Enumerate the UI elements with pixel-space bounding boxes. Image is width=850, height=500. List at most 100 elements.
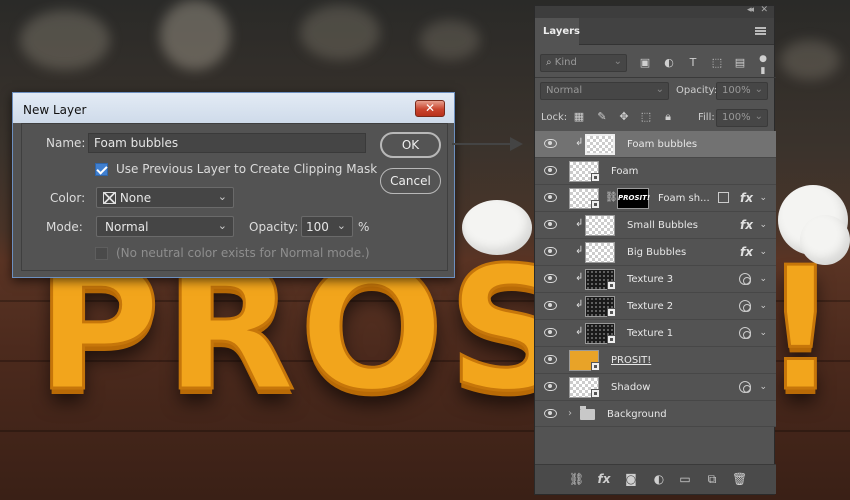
smart-object-icon: [591, 362, 600, 371]
name-input[interactable]: Foam bubbles: [88, 133, 366, 153]
fill-input[interactable]: 100% ⌄: [716, 109, 768, 127]
clipping-arrow-icon: ↲: [575, 218, 584, 229]
none-color-icon: [103, 192, 116, 204]
layer-row[interactable]: ↲ Texture 2 ⌄: [535, 293, 776, 320]
panel-menu-icon[interactable]: [755, 27, 766, 35]
lock-transparent-icon[interactable]: ▦: [573, 111, 585, 123]
layer-mask-thumbnail: PROSIT!: [617, 188, 650, 209]
eye-icon[interactable]: [544, 301, 557, 310]
foam-blob: [462, 200, 532, 255]
lock-brush-icon[interactable]: ✎: [596, 111, 608, 123]
new-layer-icon[interactable]: ⧉: [705, 472, 719, 486]
panel-bottom-bar: ⛓ fx ◙ ◐ ▭ ⧉ 🗑︎: [535, 464, 776, 494]
add-style-icon[interactable]: fx: [597, 472, 611, 486]
add-mask-icon[interactable]: ◙: [624, 472, 638, 486]
layer-row[interactable]: ↲ Foam bubbles: [535, 131, 776, 158]
tab-layers[interactable]: Layers: [535, 18, 580, 45]
link-chain-icon[interactable]: ⛓: [605, 192, 618, 203]
layer-row[interactable]: ↲ Texture 1 ⌄: [535, 320, 776, 347]
layer-style-icon[interactable]: [739, 327, 751, 339]
filter-toggle-icon[interactable]: ● ▮: [757, 53, 769, 76]
lock-position-icon[interactable]: ✥: [618, 111, 630, 123]
fx-icon[interactable]: fx: [740, 245, 753, 259]
layer-style-icon[interactable]: [739, 381, 751, 393]
chevron-right-icon[interactable]: ›: [568, 408, 572, 419]
layer-row[interactable]: Shadow ⌄: [535, 374, 776, 401]
chevron-down-icon: ⌄: [217, 219, 227, 232]
chevron-down-icon[interactable]: ⌄: [759, 382, 767, 392]
eye-icon[interactable]: [544, 328, 557, 337]
smart-object-icon: [591, 389, 600, 398]
lock-label: Lock:: [541, 112, 568, 123]
clipping-arrow-icon: ↲: [575, 245, 584, 256]
dialog-titlebar: New Layer ✕: [13, 93, 454, 123]
mode-select[interactable]: Normal ⌄: [96, 216, 234, 237]
filter-shape-icon[interactable]: ⬚: [711, 57, 723, 69]
chevron-down-icon[interactable]: ⌄: [759, 301, 767, 311]
eye-icon[interactable]: [544, 247, 557, 256]
link-layers-icon[interactable]: ⛓: [569, 472, 584, 486]
layer-row[interactable]: ↲ Texture 3 ⌄: [535, 266, 776, 293]
eye-icon[interactable]: [544, 220, 557, 229]
neutral-color-checkbox[interactable]: [95, 247, 108, 260]
eye-icon[interactable]: [544, 166, 557, 175]
chevron-down-icon[interactable]: ⌄: [759, 193, 767, 203]
layer-group-row[interactable]: › Background: [535, 401, 776, 427]
opacity-input-value: 100: [306, 220, 329, 234]
name-input-value: Foam bubbles: [94, 136, 179, 150]
search-icon: ⌕: [546, 57, 555, 68]
ok-button[interactable]: OK: [380, 132, 441, 158]
filter-pixel-icon[interactable]: ▣: [639, 57, 651, 69]
chevron-down-icon[interactable]: ⌄: [759, 274, 767, 284]
new-group-icon[interactable]: ▭: [678, 472, 692, 486]
collapse-icon[interactable]: ◂◂: [747, 5, 754, 15]
folder-icon: [580, 406, 595, 420]
layer-name: Texture 1: [627, 328, 674, 339]
eye-icon[interactable]: [544, 139, 557, 148]
trash-icon[interactable]: 🗑︎: [732, 472, 747, 486]
chevron-down-icon: ⌄: [655, 84, 664, 95]
cancel-button[interactable]: Cancel: [380, 168, 441, 194]
filter-kind-value: Kind: [554, 57, 577, 68]
panel-close-icon[interactable]: ✕: [760, 5, 768, 15]
lock-artboard-icon[interactable]: ⬚: [640, 111, 652, 123]
close-button[interactable]: ✕: [415, 100, 445, 117]
layer-row[interactable]: Foam: [535, 158, 776, 185]
chevron-down-icon[interactable]: ⌄: [759, 220, 767, 230]
chevron-down-icon[interactable]: ⌄: [759, 247, 767, 257]
smart-object-icon: [591, 200, 600, 209]
layer-thumbnail: [585, 242, 615, 263]
layer-opacity-input[interactable]: 100% ⌄: [716, 82, 768, 100]
eye-icon[interactable]: [544, 193, 557, 202]
opacity-unit: %: [358, 220, 370, 234]
chevron-down-icon[interactable]: ⌄: [759, 328, 767, 338]
clipping-mask-checkbox[interactable]: [95, 163, 108, 176]
layer-opacity-label: Opacity:: [676, 85, 718, 96]
blend-mode-select[interactable]: Normal ⌄: [540, 82, 669, 100]
fx-icon[interactable]: fx: [740, 218, 753, 232]
layer-row[interactable]: PROSIT!: [535, 347, 776, 374]
layer-style-icon[interactable]: [739, 273, 751, 285]
eye-icon[interactable]: [544, 355, 557, 364]
close-icon: ✕: [424, 101, 436, 115]
fx-icon[interactable]: fx: [740, 191, 753, 205]
eye-icon[interactable]: [544, 382, 557, 391]
eye-icon[interactable]: [544, 409, 557, 418]
eye-icon[interactable]: [544, 274, 557, 283]
filter-adjustment-icon[interactable]: ◐: [663, 57, 675, 69]
blend-mode-value: Normal: [546, 85, 583, 96]
filter-type-icon[interactable]: T: [687, 57, 699, 69]
filter-kind-select[interactable]: ⌕ Kind ⌄: [540, 54, 627, 72]
adjustment-layer-icon[interactable]: ◐: [652, 472, 666, 486]
layer-row[interactable]: ⛓ PROSIT! Foam sh... fx ⌄: [535, 185, 776, 212]
annotation-arrow: [452, 143, 514, 145]
opacity-input[interactable]: 100 ⌄: [301, 216, 353, 237]
layer-row[interactable]: ↲ Big Bubbles fx ⌄: [535, 239, 776, 266]
color-select[interactable]: None ⌄: [96, 187, 234, 208]
filter-smart-object-icon[interactable]: ▤: [734, 57, 746, 69]
fill-label: Fill:: [698, 112, 715, 123]
layer-row[interactable]: ↲ Small Bubbles fx ⌄: [535, 212, 776, 239]
lock-all-icon[interactable]: 🔒︎: [662, 111, 674, 123]
fill-value: 100%: [722, 112, 751, 123]
layer-style-icon[interactable]: [739, 300, 751, 312]
